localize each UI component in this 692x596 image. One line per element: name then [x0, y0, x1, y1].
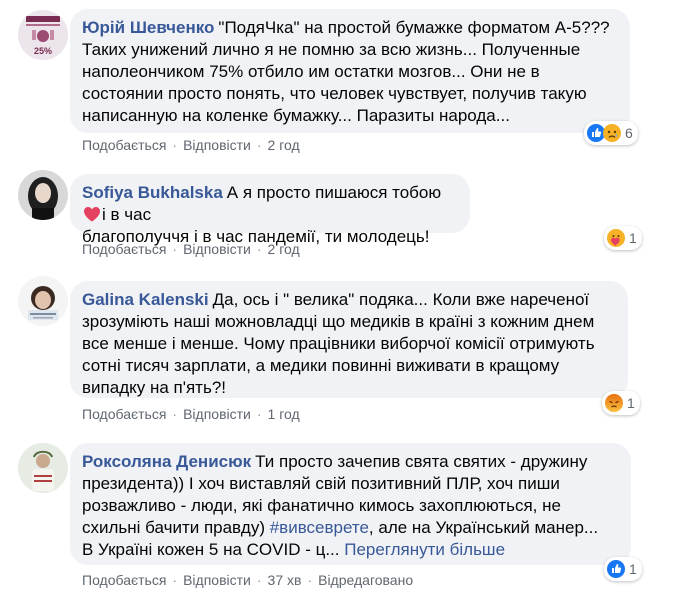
- comment-text: В Україні кожен 5 на COVID - ц...: [82, 540, 340, 559]
- timestamp[interactable]: 2 год: [268, 137, 300, 153]
- comment-author[interactable]: Роксоляна Денисюк: [82, 452, 251, 471]
- avatar[interactable]: [18, 443, 68, 493]
- separator: ·: [256, 137, 262, 153]
- avatar[interactable]: 25%: [18, 10, 68, 60]
- reaction-count: 1: [627, 395, 635, 411]
- comment-actions: Подобається · Відповісти · 2 год: [82, 241, 300, 257]
- reaction-summary[interactable]: 6: [584, 121, 638, 145]
- separator: ·: [172, 241, 178, 257]
- care-icon: [607, 229, 625, 247]
- comment-text: А я просто пишаюся тобою: [226, 183, 442, 202]
- sad-icon: [603, 124, 621, 142]
- comment-text: написанную на коленке бумажку... Паразит…: [82, 106, 510, 125]
- comment-bubble: Sofiya Bukhalska А я просто пишаюся тобою…: [70, 174, 470, 246]
- avatar-image: 25%: [18, 10, 68, 60]
- comment-text: розважливо - люди, які фанатично кимось …: [82, 496, 561, 515]
- avatar-image: [18, 276, 68, 326]
- avatar-image: [18, 170, 68, 220]
- comment-line: В Україні кожен 5 на COVID - ц... Перегл…: [82, 539, 619, 561]
- avatar[interactable]: [18, 170, 68, 220]
- separator: ·: [307, 572, 313, 588]
- avatar-image: [18, 443, 68, 493]
- comment-line: Galina Kalenski Да, ось і " велика" подяк…: [82, 289, 616, 311]
- separator: ·: [256, 241, 262, 257]
- comment-text: схильні бачити правду): [82, 518, 265, 537]
- like-button[interactable]: Подобається: [82, 572, 166, 588]
- separator: ·: [172, 406, 178, 422]
- like-button[interactable]: Подобається: [82, 137, 166, 153]
- comment-text: состоянии просто понять, что человек чув…: [82, 84, 587, 103]
- reaction-count: 1: [629, 230, 637, 246]
- avatar-badge: 25%: [34, 46, 52, 56]
- comment-line: Юрій Шевченко "ПодяЧка" на простой бумажк…: [82, 17, 618, 39]
- comment-author[interactable]: Sofiya Bukhalska: [82, 183, 223, 202]
- reaction-count: 1: [629, 561, 637, 577]
- hashtag-link[interactable]: #вивсеврете: [270, 518, 369, 537]
- see-more-link[interactable]: Переглянути більше: [344, 540, 505, 559]
- comment-line: схильні бачити правду) #вивсеврете, але …: [82, 517, 619, 539]
- comment-text: , але на Український манер...: [368, 518, 599, 537]
- like-button[interactable]: Подобається: [82, 406, 166, 422]
- comment-actions: Подобається · Відповісти · 1 год: [82, 406, 300, 422]
- reaction-count: 6: [625, 125, 633, 141]
- reply-button[interactable]: Відповісти: [183, 572, 251, 588]
- comment-line: Sofiya Bukhalska А я просто пишаюся тобою…: [82, 182, 458, 226]
- comment-text: і в час: [102, 205, 152, 224]
- reply-button[interactable]: Відповісти: [183, 137, 251, 153]
- comment-text: все менше і менше. Чому працівники вибор…: [82, 334, 595, 353]
- reaction-summary[interactable]: 1: [604, 557, 642, 581]
- reply-button[interactable]: Відповісти: [183, 406, 251, 422]
- reply-button[interactable]: Відповісти: [183, 241, 251, 257]
- timestamp[interactable]: 2 год: [268, 241, 300, 257]
- comment-text: президента)) І хоч виставляй свій позити…: [82, 474, 560, 493]
- edited-label[interactable]: Відредаговано: [318, 572, 413, 588]
- comment-text: Да, ось і " велика" подяка... Коли вже н…: [212, 290, 590, 309]
- comment-text: випадку на п'ять?!: [82, 378, 227, 397]
- reaction-summary[interactable]: 1: [602, 391, 640, 415]
- comment-text: Ти просто зачепив свята святих - дружину: [255, 452, 588, 471]
- comment-text: "ПодяЧка" на простой бумажке форматом А-…: [218, 18, 610, 37]
- like-button[interactable]: Подобається: [82, 241, 166, 257]
- separator: ·: [256, 572, 262, 588]
- angry-icon: [605, 394, 623, 412]
- separator: ·: [172, 137, 178, 153]
- comment-author[interactable]: Galina Kalenski: [82, 290, 209, 309]
- comment-text: зрозуміють наші можновладці що медиків в…: [82, 312, 595, 331]
- comment-author[interactable]: Юрій Шевченко: [82, 18, 214, 37]
- comment-bubble: Юрій Шевченко "ПодяЧка" на простой бумажк…: [70, 9, 630, 133]
- like-icon: [607, 560, 625, 578]
- timestamp[interactable]: 1 год: [268, 406, 300, 422]
- separator: ·: [256, 406, 262, 422]
- separator: ·: [172, 572, 178, 588]
- comment-bubble: Роксоляна Денисюк Ти просто зачепив свята…: [70, 443, 631, 565]
- comment-bubble: Galina Kalenski Да, ось і " велика" подяк…: [70, 281, 628, 398]
- comment-text: Таких унижений лично я не помню за всю ж…: [82, 40, 581, 59]
- comment-actions: Подобається · Відповісти · 37 хв · Відредагова…: [82, 572, 413, 588]
- comment-line: Роксоляна Денисюк Ти просто зачепив свята…: [82, 451, 619, 473]
- timestamp[interactable]: 37 хв: [268, 572, 302, 588]
- comment-actions: Подобається · Відповісти · 2 год: [82, 137, 300, 153]
- reaction-summary[interactable]: 1: [604, 226, 642, 250]
- heart-emoji-icon: [84, 207, 100, 222]
- comment-text: наполеончиком 75% отбило им остатки мозг…: [82, 62, 540, 81]
- avatar[interactable]: [18, 276, 68, 326]
- comment-text: сотні тисяч зарплати, а медики повинні в…: [82, 356, 560, 375]
